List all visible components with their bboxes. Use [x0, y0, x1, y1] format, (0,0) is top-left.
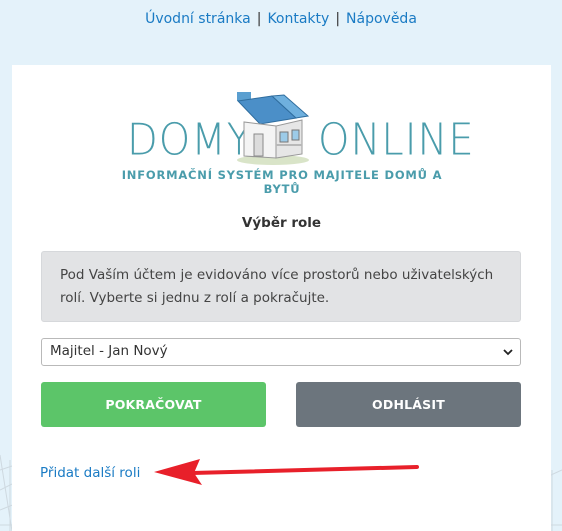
logo-word-online: ONLINE: [318, 114, 475, 166]
role-select[interactable]: Majitel - Jan Nový: [41, 338, 521, 366]
nav-separator: |: [256, 11, 262, 27]
continue-button[interactable]: POKRAČOVAT: [41, 382, 266, 427]
info-message: Pod Vaším účtem je evidováno více prosto…: [41, 251, 521, 322]
nav-home-link[interactable]: Úvodní stránka: [145, 11, 251, 27]
add-role-link[interactable]: Přidat další roli: [40, 465, 140, 481]
logo-tagline: INFORMAČNÍ SYSTÉM PRO MAJITELE DOMŮ A BY…: [121, 168, 443, 196]
red-arrow-annotation: [154, 459, 419, 485]
logout-button[interactable]: ODHLÁSIT: [296, 382, 521, 427]
chevron-down-icon: [503, 349, 513, 356]
nav-contacts-link[interactable]: Kontakty: [267, 11, 329, 27]
nav-help-link[interactable]: Nápověda: [346, 11, 417, 27]
role-select-value: Majitel - Jan Nový: [50, 343, 168, 359]
top-navigation: Úvodní stránka | Kontakty | Nápověda: [0, 11, 562, 27]
page-title: Výběr role: [241, 215, 322, 231]
domy-online-logo: DOMY ONLINE INFORMAČNÍ SYSTÉM PRO MAJITE…: [102, 90, 474, 196]
nav-separator: |: [335, 11, 341, 27]
login-card: DOMY ONLINE INFORMAČNÍ SYSTÉM PRO MAJITE…: [12, 65, 551, 531]
house-logo-icon: [236, 92, 310, 165]
